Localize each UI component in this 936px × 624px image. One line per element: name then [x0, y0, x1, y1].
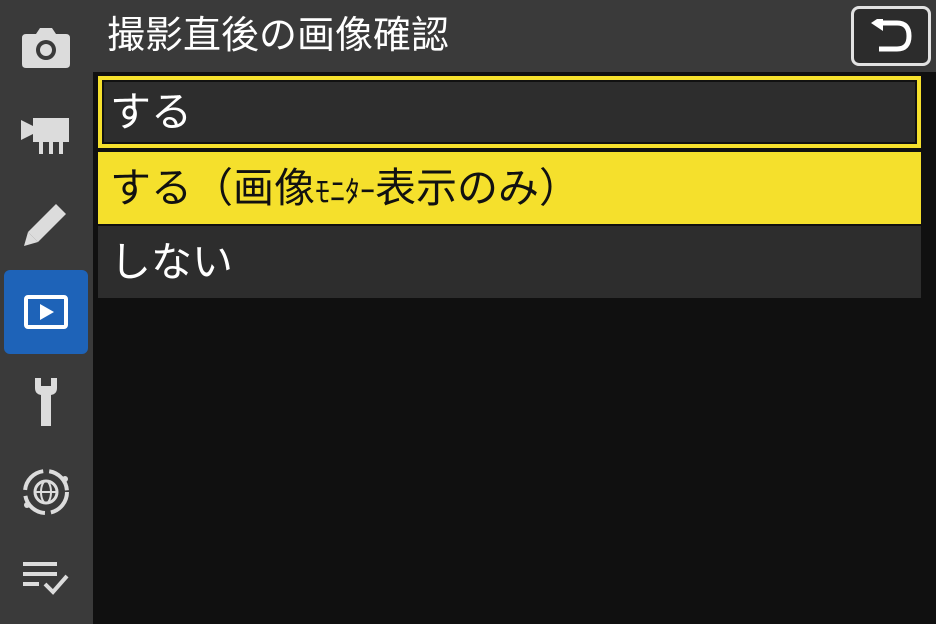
option-on[interactable]: する [98, 76, 921, 148]
option-label: する [110, 88, 192, 136]
option-on-monitor-only[interactable]: する（画像ﾓﾆﾀｰ表示のみ） [98, 152, 921, 224]
menu-sidebar [0, 0, 93, 624]
option-label-end: 表示のみ） [375, 164, 580, 212]
back-button[interactable] [851, 6, 931, 66]
menu-screen: 撮影直後の画像確認 する する（画像ﾓﾆﾀｰ表示のみ） しない [0, 0, 936, 624]
pencil-icon [24, 204, 66, 246]
option-off[interactable]: しない [98, 226, 921, 298]
tab-my-menu[interactable] [4, 536, 88, 620]
option-label-small: ﾓﾆﾀｰ [315, 175, 375, 210]
tab-custom-settings[interactable] [4, 182, 88, 266]
wrench-icon [35, 378, 57, 426]
option-label: しない [110, 238, 233, 286]
menu-header: 撮影直後の画像確認 [93, 0, 936, 72]
tab-playback[interactable] [4, 270, 88, 354]
option-label: する（画像 [110, 164, 315, 212]
back-arrow-icon [871, 19, 912, 52]
playback-icon [24, 295, 68, 329]
tab-setup[interactable] [4, 360, 88, 444]
my-menu-icon [23, 562, 69, 595]
tab-movie-recording[interactable] [4, 92, 88, 176]
tab-photo-shooting[interactable] [4, 6, 88, 90]
tab-network[interactable] [4, 450, 88, 534]
page-title: 撮影直後の画像確認 [107, 13, 450, 57]
camera-icon [22, 28, 70, 68]
network-globe-icon [23, 469, 69, 515]
movie-camera-icon [21, 118, 69, 154]
